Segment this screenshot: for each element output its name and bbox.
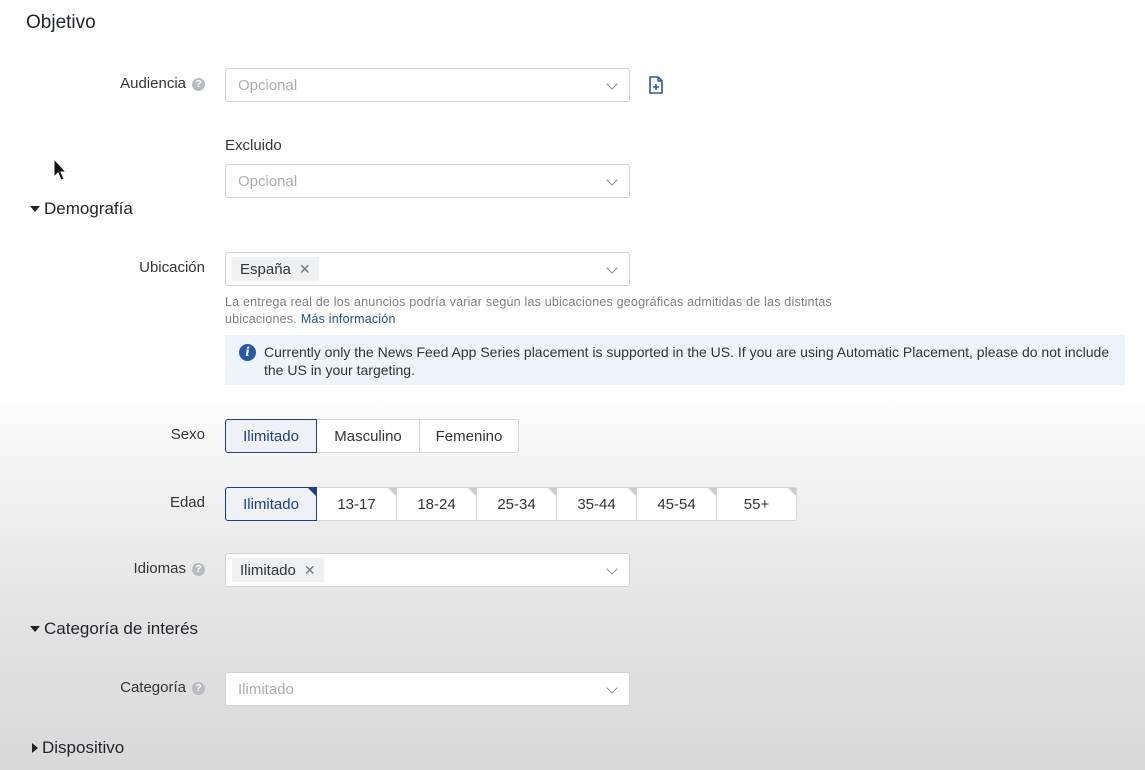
sex-label: Sexo	[170, 426, 205, 443]
age-option-label: Ilimitado	[243, 495, 299, 513]
chevron-down-icon	[607, 80, 617, 90]
audience-placeholder: Opcional	[238, 76, 298, 94]
location-hint: La entrega real de los anuncios podría v…	[225, 294, 865, 328]
corner-mark	[388, 488, 396, 496]
help-icon[interactable]: ?	[192, 563, 205, 576]
age-option-45-54[interactable]: 45-54	[636, 487, 717, 521]
languages-select[interactable]: Ilimitado ✕	[225, 553, 630, 587]
audience-label: Audiencia?	[5, 75, 205, 92]
mouse-cursor-icon	[53, 158, 68, 181]
section-interest[interactable]: Categoría de interés	[28, 619, 198, 639]
sex-segmented: Ilimitado Masculino Femenino	[225, 419, 519, 453]
age-option-label: 25-34	[497, 495, 536, 513]
close-icon[interactable]: ✕	[299, 261, 311, 278]
triangle-right-icon	[32, 743, 38, 753]
corner-mark	[788, 488, 796, 496]
corner-mark	[548, 488, 556, 496]
section-interest-label: Categoría de interés	[44, 619, 199, 638]
languages-tag-text: Ilimitado	[240, 561, 296, 579]
section-demography[interactable]: Demografía	[28, 199, 133, 219]
audience-label-text: Audiencia	[120, 75, 186, 92]
age-option-unlimited[interactable]: Ilimitado	[225, 487, 317, 521]
section-demography-label: Demografía	[44, 199, 133, 218]
age-option-label: 35-44	[577, 495, 616, 513]
age-option-label: 45-54	[657, 495, 696, 513]
audience-select[interactable]: Opcional	[225, 68, 630, 102]
chevron-down-icon	[607, 684, 617, 694]
us-notice: i Currently only the News Feed App Serie…	[225, 335, 1125, 385]
location-select[interactable]: España ✕	[225, 252, 630, 286]
languages-tag: Ilimitado ✕	[232, 558, 324, 582]
age-option-label: 55+	[743, 495, 770, 513]
excluded-select[interactable]: Opcional	[225, 164, 630, 198]
age-option-label: 18-24	[417, 495, 456, 513]
chevron-down-icon	[607, 264, 617, 274]
excluded-label: Excluido	[225, 137, 282, 154]
page-title: Objetivo	[26, 12, 96, 33]
age-label: Edad	[169, 494, 205, 511]
sex-option-female[interactable]: Femenino	[419, 419, 519, 453]
languages-label: Idiomas?	[5, 560, 205, 577]
corner-mark	[628, 488, 636, 496]
age-option-13-17[interactable]: 13-17	[316, 487, 397, 521]
location-tag-text: España	[240, 260, 291, 278]
corner-mark	[468, 488, 476, 496]
category-label-text: Categoría	[120, 679, 186, 696]
help-icon[interactable]: ?	[192, 682, 205, 695]
help-icon[interactable]: ?	[192, 78, 205, 91]
age-option-35-44[interactable]: 35-44	[556, 487, 637, 521]
category-label: Categoría?	[5, 679, 205, 696]
location-label: Ubicación	[139, 259, 205, 276]
us-notice-text: Currently only the News Feed App Series …	[264, 344, 1110, 378]
location-tag: España ✕	[232, 257, 319, 281]
age-option-25-34[interactable]: 25-34	[476, 487, 557, 521]
section-device[interactable]: Dispositivo	[28, 738, 124, 758]
age-option-label: 13-17	[337, 495, 376, 513]
excluded-placeholder: Opcional	[238, 172, 298, 190]
age-segmented: Ilimitado 13-17 18-24 25-34 35-44 45-54 …	[225, 487, 797, 521]
more-info-link[interactable]: Más información	[301, 312, 396, 326]
triangle-down-icon	[30, 206, 40, 212]
age-option-55-plus[interactable]: 55+	[716, 487, 797, 521]
corner-mark	[308, 488, 316, 496]
triangle-down-icon	[30, 626, 40, 632]
languages-label-text: Idiomas	[133, 560, 186, 577]
category-select[interactable]: Ilimitado	[225, 672, 630, 706]
info-icon: i	[239, 344, 256, 361]
chevron-down-icon	[607, 565, 617, 575]
sex-option-male[interactable]: Masculino	[316, 419, 420, 453]
section-device-label: Dispositivo	[42, 738, 125, 757]
sex-option-unlimited[interactable]: Ilimitado	[225, 419, 317, 453]
close-icon[interactable]: ✕	[304, 562, 316, 579]
chevron-down-icon	[607, 176, 617, 186]
corner-mark	[708, 488, 716, 496]
category-placeholder: Ilimitado	[238, 680, 294, 698]
age-option-18-24[interactable]: 18-24	[396, 487, 477, 521]
file-add-icon[interactable]	[648, 76, 664, 94]
